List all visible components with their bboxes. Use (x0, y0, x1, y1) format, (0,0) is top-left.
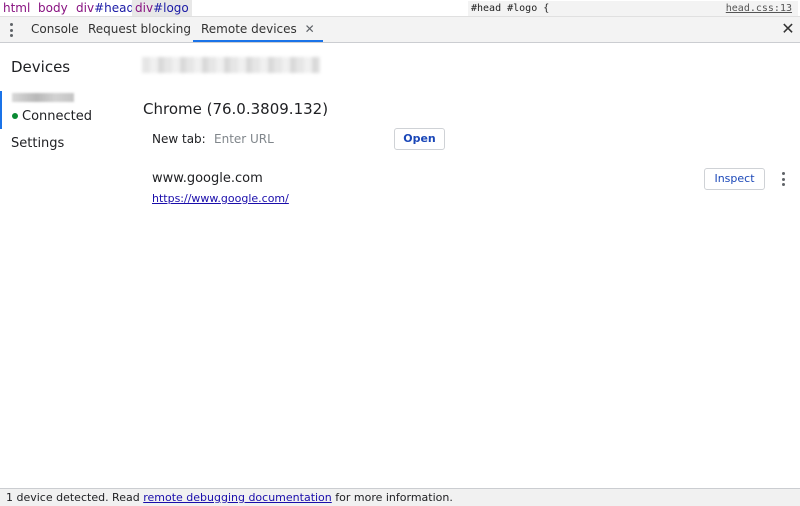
device-status: Connected (12, 109, 92, 124)
css-rule-preview: #head #logo { head.css:13 (468, 1, 798, 16)
breadcrumb-tag: div (76, 1, 95, 15)
new-tab-label: New tab: (152, 132, 206, 146)
breadcrumb-html[interactable]: html (0, 0, 33, 16)
status-text-prefix: 1 device detected. Read (6, 491, 144, 504)
drawer-close-icon[interactable]: ✕ (779, 20, 797, 38)
sidebar-item-device[interactable]: Connected (0, 91, 120, 129)
status-text-suffix: for more information. (331, 491, 453, 504)
remote-device-panel: Chrome (76.0.3809.132) New tab: Open www… (120, 43, 800, 488)
remote-debugging-docs-link[interactable]: remote debugging documentation (143, 491, 332, 504)
inspect-button[interactable]: Inspect (704, 168, 765, 190)
breadcrumb-id: #logo (153, 1, 189, 15)
device-name-redacted (12, 93, 74, 102)
css-source-link[interactable]: head.css:13 (726, 1, 792, 16)
tab-request-blocking[interactable]: Request blocking (80, 17, 199, 42)
page-title: www.google.com (152, 171, 263, 186)
tab-close-icon[interactable]: ✕ (305, 17, 315, 42)
status-dot-icon (12, 113, 18, 119)
page-url-link[interactable]: https://www.google.com/ (152, 192, 289, 205)
tab-console[interactable]: Console (23, 17, 87, 42)
breadcrumb-bar: html body div#head div#logo #head #logo … (0, 0, 800, 17)
breadcrumb-div-logo[interactable]: div#logo (132, 0, 192, 16)
device-status-label: Connected (22, 109, 93, 124)
tab-label: Remote devices (201, 22, 297, 36)
breadcrumb-tag: div (135, 1, 154, 15)
css-selector: #head #logo { (471, 3, 550, 14)
tab-remote-devices[interactable]: Remote devices ✕ (193, 17, 323, 42)
drawer-tab-strip: Console Request blocking Remote devices … (0, 17, 800, 43)
devtools-window: html body div#head div#logo #head #logo … (0, 0, 800, 506)
open-button[interactable]: Open (394, 128, 445, 150)
sidebar-item-settings[interactable]: Settings (11, 136, 64, 151)
sidebar-title: Devices (11, 58, 71, 76)
device-title-redacted (142, 57, 320, 73)
breadcrumb-body[interactable]: body (35, 0, 71, 16)
page-actions-menu-icon[interactable] (782, 172, 785, 186)
breadcrumb-div-head[interactable]: div#head (73, 0, 137, 16)
browser-title: Chrome (76.0.3809.132) (143, 100, 329, 118)
breadcrumb-id: #head (94, 1, 135, 15)
drawer-menu-icon[interactable] (10, 23, 13, 37)
new-tab-url-input[interactable] (210, 128, 380, 150)
devices-sidebar: Devices Connected Settings (0, 43, 120, 488)
status-bar: 1 device detected. Read remote debugging… (0, 488, 800, 506)
